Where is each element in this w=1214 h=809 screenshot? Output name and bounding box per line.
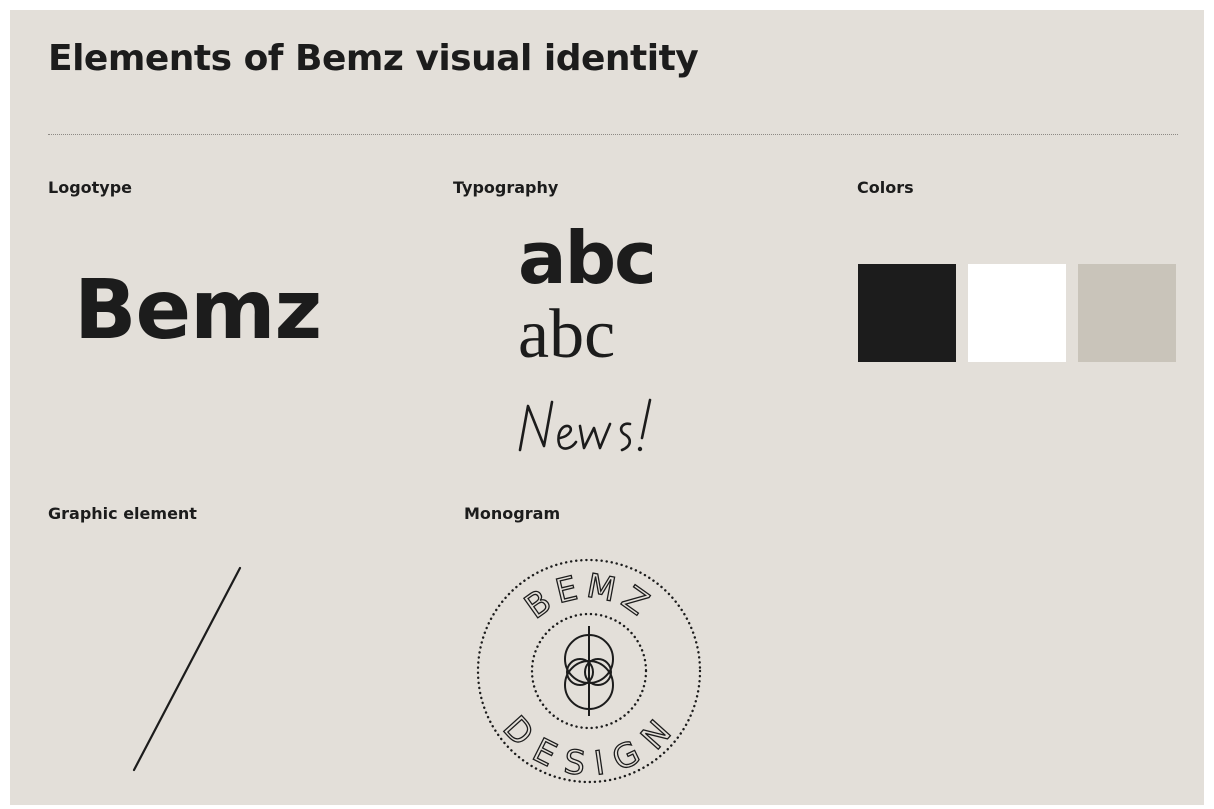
graphic-slash-line [128,564,248,779]
typography-serif-sample: abc [518,296,616,373]
logotype-wordmark: Bemz [74,263,322,358]
color-swatch-beige [1078,264,1176,362]
logotype-heading: Logotype [48,178,133,197]
typography-heading: Typography [453,178,559,197]
monogram-top-text: BEMZ [517,566,661,627]
color-swatch-white [968,264,1066,362]
typography-script-sample [514,394,694,469]
color-swatch-black [858,264,956,362]
graphic-element-heading: Graphic element [48,504,197,523]
slash-line-icon [132,566,242,772]
monogram-heading: Monogram [464,504,561,523]
typography-sans-sample: abc [518,216,657,300]
page-title: Elements of Bemz visual identity [48,38,699,79]
colors-heading: Colors [857,178,914,197]
dotted-divider [48,134,1178,135]
monogram-bottom-text: DESIGN [496,708,683,783]
monogram-seal: BEMZ DESIGN [474,556,704,791]
handwritten-news-drawing [518,398,652,452]
monogram-seal-drawing: BEMZ DESIGN [476,558,702,784]
identity-board: Elements of Bemz visual identity Logotyp… [10,10,1204,805]
